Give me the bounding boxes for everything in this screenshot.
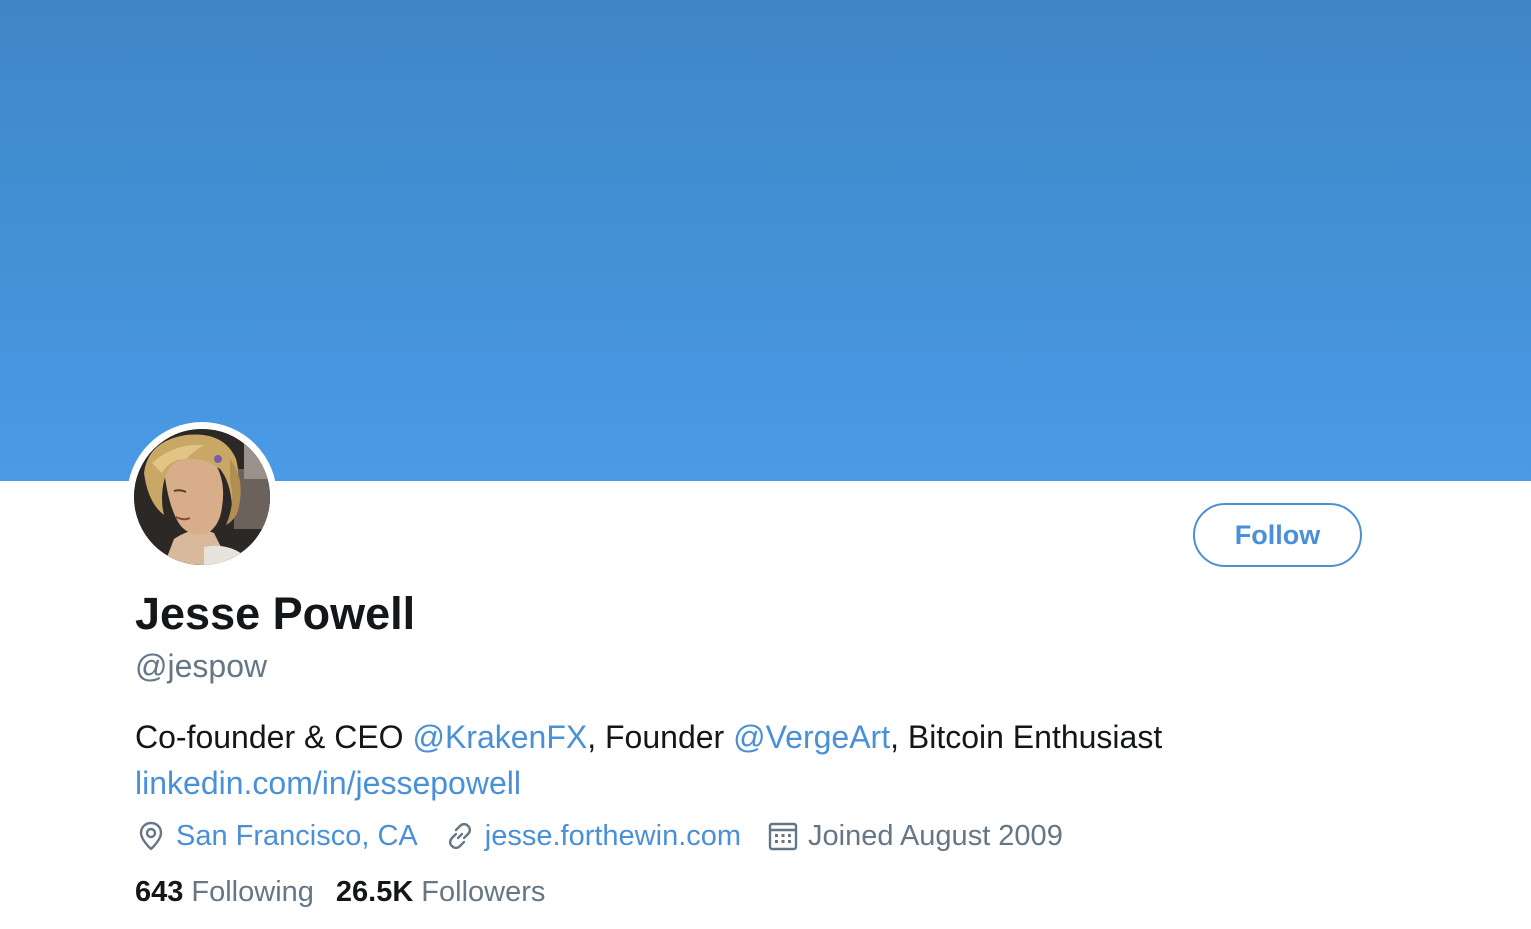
- bio-text-prefix: Co-founder & CEO: [135, 719, 413, 755]
- calendar-icon: [767, 820, 799, 852]
- followers-count: 26.5K: [335, 876, 414, 908]
- profile-banner[interactable]: [0, 0, 1531, 481]
- profile-page: Follow Jesse Powell @jespow Co-founder &…: [0, 0, 1531, 929]
- bio-text-suffix: , Bitcoin Enthusiast: [890, 719, 1163, 755]
- link-icon: [444, 820, 476, 852]
- profile-stats: 643 Following 26.5K Followers: [135, 876, 567, 909]
- bio-line-1: Co-founder & CEO @KrakenFX, Founder @Ver…: [135, 714, 1162, 760]
- bio-line-2: linkedin.com/in/jessepowell: [135, 760, 1162, 806]
- followers-stat[interactable]: 26.5K Followers: [336, 876, 545, 909]
- bio-text-middle: , Founder: [587, 719, 734, 755]
- follow-button[interactable]: Follow: [1193, 503, 1362, 567]
- following-stat[interactable]: 643 Following: [135, 876, 314, 909]
- mention-vergeart-link[interactable]: @VergeArt: [733, 719, 890, 755]
- avatar-photo: [134, 429, 270, 565]
- following-label: Following: [191, 876, 314, 908]
- mention-krakenfx-link[interactable]: @KrakenFX: [412, 719, 587, 755]
- avatar[interactable]: [134, 429, 270, 565]
- website-link[interactable]: jesse.forthewin.com: [485, 820, 741, 853]
- linkedin-link[interactable]: linkedin.com/in/jessepowell: [135, 765, 521, 801]
- location-pin-icon: [135, 820, 167, 852]
- followers-label: Followers: [421, 876, 546, 908]
- website-item: jesse.forthewin.com: [444, 820, 741, 853]
- profile-name: Jesse Powell: [135, 588, 416, 639]
- profile-bio: Co-founder & CEO @KrakenFX, Founder @Ver…: [135, 714, 1162, 806]
- avatar-ring: [127, 422, 277, 572]
- profile-meta: San Francisco, CA jesse.forthewin.com Jo…: [135, 815, 1089, 857]
- location-link[interactable]: San Francisco, CA: [176, 820, 418, 853]
- joined-item: Joined August 2009: [767, 820, 1063, 853]
- profile-handle: @jespow: [135, 648, 268, 684]
- location-item: San Francisco, CA: [135, 820, 418, 853]
- following-count: 643: [135, 876, 184, 908]
- joined-date: Joined August 2009: [808, 819, 1063, 852]
